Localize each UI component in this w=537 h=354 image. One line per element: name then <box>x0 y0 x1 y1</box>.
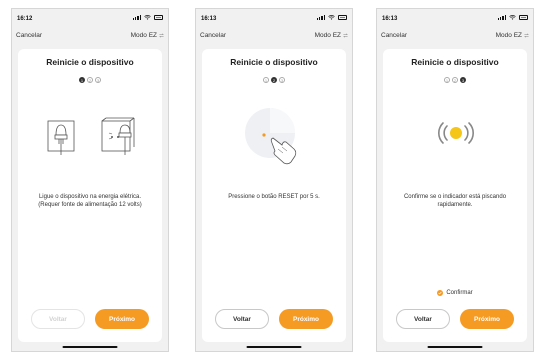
step-3: 3 <box>460 77 466 83</box>
instruction-line-1: Confirme se o indicador está piscando <box>403 194 507 200</box>
home-indicator <box>246 345 302 348</box>
home-indicator <box>427 345 483 348</box>
status-bar: 16:12 <box>12 9 168 29</box>
content-card: Reinicie o dispositivo 1 2 3 Pressione o… <box>202 49 346 342</box>
swap-icon <box>343 33 348 38</box>
page-title: Reinicie o dispositivo <box>230 57 318 67</box>
phone-screen-3: 16:13 Cancelar Modo EZ Reinicie o dispos… <box>376 8 534 352</box>
back-button[interactable]: Voltar <box>31 309 85 329</box>
status-time: 16:13 <box>382 16 398 22</box>
wifi-icon <box>328 15 335 20</box>
blinking-indicator-icon <box>438 122 474 144</box>
wifi-icon <box>509 15 516 20</box>
instruction-line-1: Pressione o botão RESET por 5 s. <box>228 194 320 200</box>
instruction-line-2: (Requer fonte de alimentação 12 volts) <box>38 202 142 208</box>
page-title: Reinicie o dispositivo <box>46 57 134 67</box>
step-2: 2 <box>87 77 93 83</box>
content-card: Reinicie o dispositivo 1 2 3 Ligue o dis… <box>18 49 162 342</box>
swap-icon <box>524 33 529 38</box>
next-button[interactable]: Próximo <box>279 309 333 329</box>
battery-icon <box>519 15 528 20</box>
cancel-button[interactable]: Cancelar <box>200 32 226 39</box>
signal-icon <box>132 15 141 20</box>
step-3: 3 <box>95 77 101 83</box>
step-2: 2 <box>452 77 458 83</box>
step-1: 1 <box>444 77 450 83</box>
status-time: 16:13 <box>201 16 217 22</box>
instruction-text: Pressione o botão RESET por 5 s. <box>210 193 338 201</box>
phone-screen-2: 16:13 Cancelar Modo EZ Reinicie o dispos… <box>195 8 353 352</box>
home-indicator <box>62 345 118 348</box>
next-button[interactable]: Próximo <box>460 309 514 329</box>
battery-icon <box>338 15 347 20</box>
wifi-icon <box>144 15 151 20</box>
mode-label: Modo EZ <box>314 32 341 39</box>
mode-label: Modo EZ <box>130 32 157 39</box>
battery-icon <box>154 15 163 20</box>
plug-sockets-icon <box>47 117 135 155</box>
phone-screen-1: 16:12 Cancelar Modo EZ Reinicie o dispos… <box>11 8 169 352</box>
step-indicator: 1 2 3 <box>202 77 346 83</box>
instruction-line-1: Ligue o dispositivo na energia elétrica. <box>38 194 142 200</box>
signal-icon <box>316 15 325 20</box>
reset-button-press-icon <box>245 108 297 165</box>
content-card: Reinicie o dispositivo 1 2 3 Confirme se… <box>383 49 527 342</box>
swap-icon <box>159 33 164 38</box>
cancel-button[interactable]: Cancelar <box>16 32 42 39</box>
back-button[interactable]: Voltar <box>396 309 450 329</box>
status-bar: 16:13 <box>196 9 352 29</box>
instruction-text: Confirme se o indicador está piscando ra… <box>391 193 519 209</box>
status-bar: 16:13 <box>377 9 533 29</box>
confirm-label: Confirmar <box>446 290 473 296</box>
step-2: 2 <box>271 77 277 83</box>
back-button[interactable]: Voltar <box>215 309 269 329</box>
status-time: 16:12 <box>17 16 33 22</box>
next-button[interactable]: Próximo <box>95 309 149 329</box>
mode-label: Modo EZ <box>495 32 522 39</box>
mode-switch[interactable]: Modo EZ <box>131 32 164 39</box>
step-1: 1 <box>79 77 85 83</box>
page-title: Reinicie o dispositivo <box>411 57 499 67</box>
mode-switch[interactable]: Modo EZ <box>315 32 348 39</box>
instruction-text: Ligue o dispositivo na energia elétrica.… <box>26 193 154 209</box>
signal-icon <box>497 15 506 20</box>
mode-switch[interactable]: Modo EZ <box>496 32 529 39</box>
instruction-line-2: rapidamente. <box>437 202 473 208</box>
step-1: 1 <box>263 77 269 83</box>
confirm-checkbox[interactable]: Confirmar <box>383 290 527 296</box>
step-indicator: 1 2 3 <box>383 77 527 83</box>
step-3: 3 <box>279 77 285 83</box>
cancel-button[interactable]: Cancelar <box>381 32 407 39</box>
check-icon <box>437 290 444 296</box>
step-indicator: 1 2 3 <box>18 77 162 83</box>
